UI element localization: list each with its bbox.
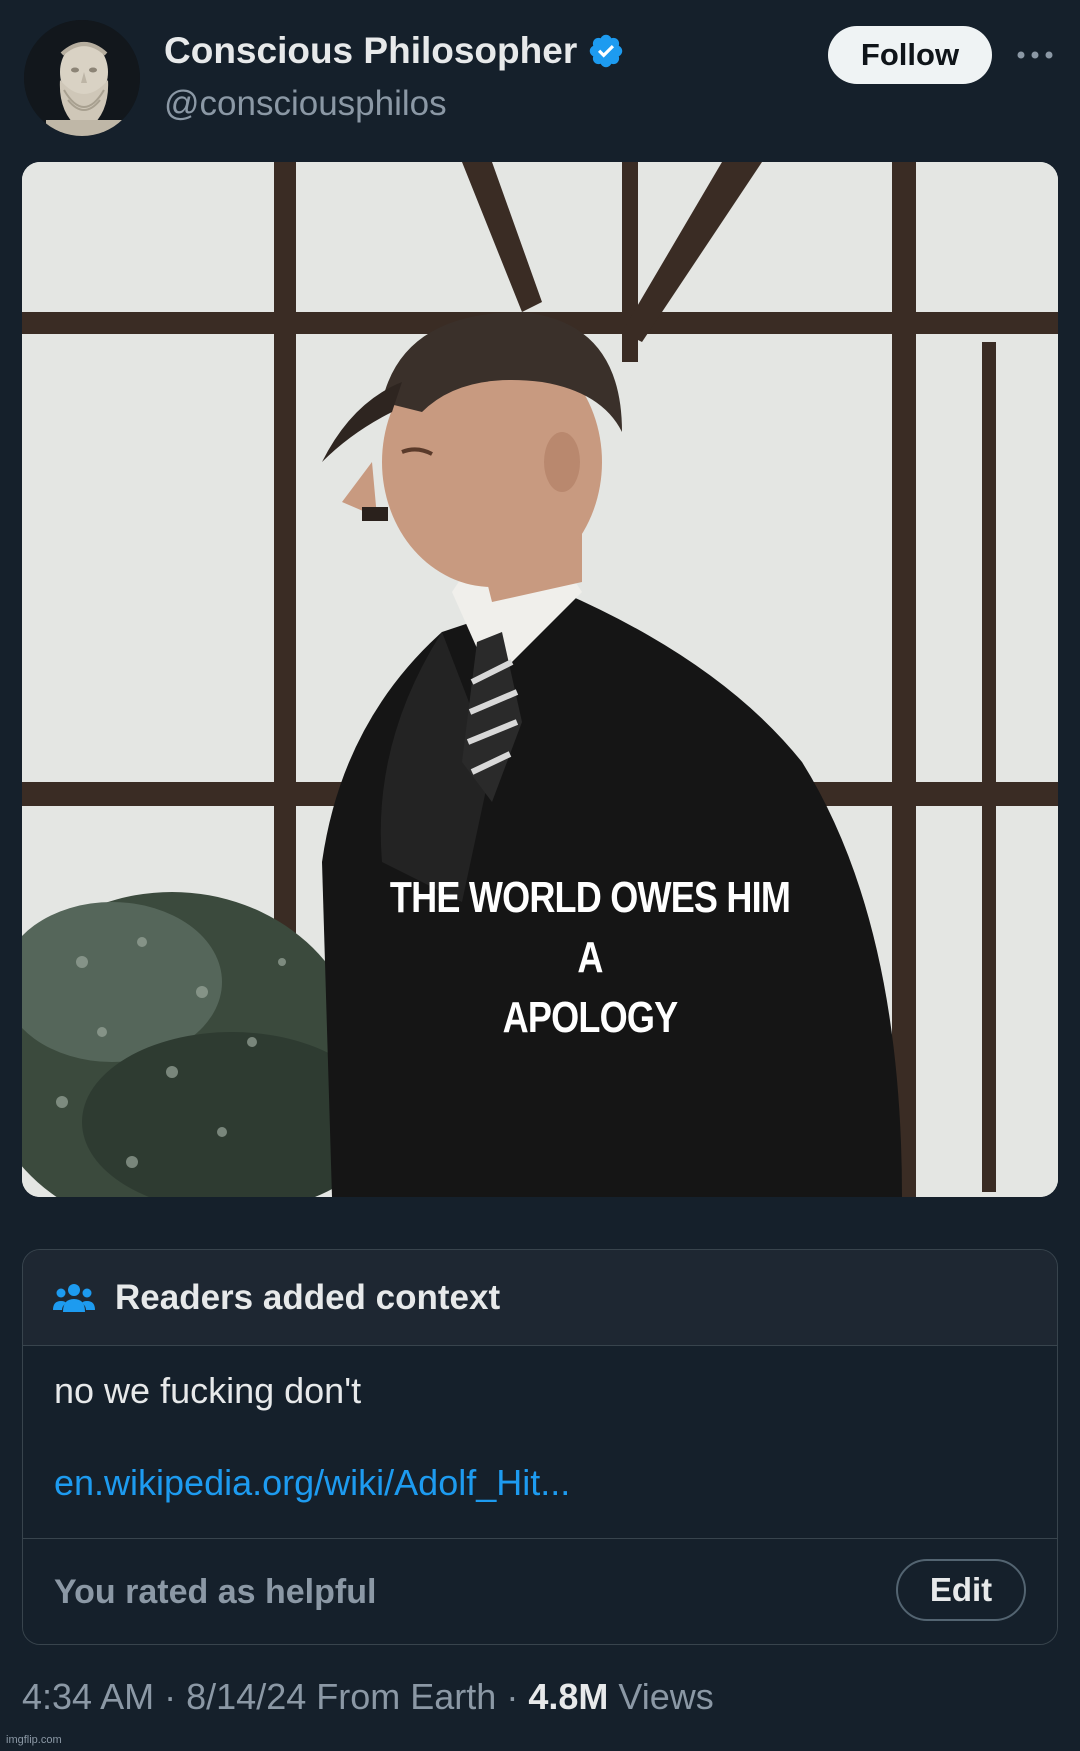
tweet-header: Conscious Philosopher @consciousphilos F… [24,20,1056,140]
follow-button[interactable]: Follow [828,26,992,84]
meta-separator: · [506,1676,519,1717]
views-count[interactable]: 4.8M [528,1676,608,1717]
meta-separator: · [164,1676,177,1717]
author-handle[interactable]: @consciousphilos [164,84,447,124]
philosopher-bust-avatar [24,20,140,136]
media-caption: THE WORLD OWES HIM A APOLOGY [385,868,795,1048]
tweet-media-image[interactable]: THE WORLD OWES HIM A APOLOGY [22,162,1058,1197]
community-note-title: Readers added context [115,1277,501,1317]
author-avatar[interactable] [24,20,140,136]
community-note-source-link[interactable]: en.wikipedia.org/wiki/Adolf_Hit... [54,1462,1027,1504]
community-note-header: Readers added context [23,1250,1057,1346]
tweet-time[interactable]: 4:34 AM [22,1676,154,1717]
views-label: Views [618,1676,714,1717]
author-display-name[interactable]: Conscious Philosopher [164,30,577,72]
tweet-meta: 4:34 AM · 8/14/24 From Earth · 4.8M View… [22,1676,714,1718]
rating-status-text: You rated as helpful [54,1573,377,1611]
community-note: Readers added context no we fucking don'… [22,1249,1058,1645]
tweet-date[interactable]: 8/14/24 [186,1676,306,1717]
more-horizontal-icon[interactable] [1014,42,1056,68]
community-note-footer: You rated as helpful Edit [23,1539,1057,1644]
watermark: imgflip.com [6,1734,62,1746]
verified-badge-icon [587,32,625,70]
tweet-location: From Earth [316,1676,497,1717]
community-note-text: no we fucking don't [54,1370,362,1411]
edit-rating-button[interactable]: Edit [896,1559,1026,1621]
people-icon [53,1280,95,1316]
media-caption-line2: APOLOGY [502,993,679,1042]
media-caption-line1: THE WORLD OWES HIM A [389,873,791,982]
author-name-row: Conscious Philosopher [164,30,625,72]
community-note-body: no we fucking don't en.wikipedia.org/wik… [23,1346,1057,1539]
